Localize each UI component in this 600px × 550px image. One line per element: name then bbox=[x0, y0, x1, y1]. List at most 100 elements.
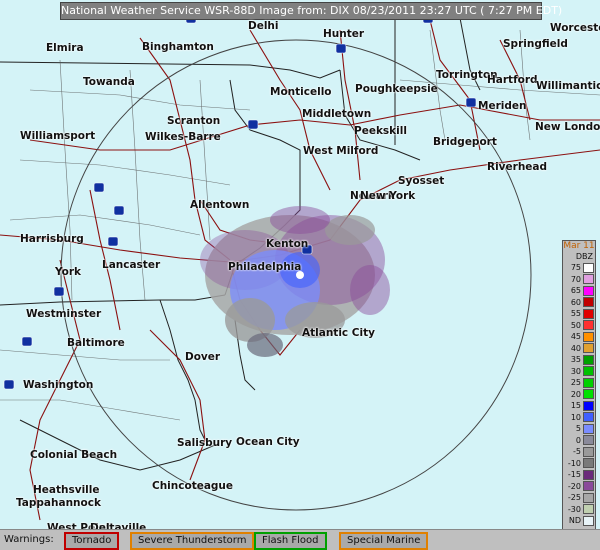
place-label: Hunter bbox=[323, 28, 365, 40]
place-label: Ocean City bbox=[236, 436, 300, 448]
place-label: Springfield bbox=[503, 38, 568, 50]
place-label: Atlantic City bbox=[302, 327, 375, 339]
place-label: Syosset bbox=[398, 175, 445, 187]
legend-row: 30 bbox=[563, 366, 595, 378]
legend-row: 65 bbox=[563, 285, 595, 297]
legend-value: 60 bbox=[570, 297, 581, 307]
legend-swatch bbox=[583, 285, 594, 296]
place-label: Wilkes-Barre bbox=[145, 131, 221, 143]
legend-row: -10 bbox=[563, 458, 595, 470]
legend-row: 25 bbox=[563, 377, 595, 389]
place-label: Allentown bbox=[190, 199, 250, 211]
legend-swatch bbox=[583, 469, 594, 480]
legend-unit: DBZ bbox=[575, 252, 593, 261]
legend-row: ND bbox=[563, 515, 595, 527]
place-label: Williamsport bbox=[20, 130, 96, 142]
legend-value: -15 bbox=[567, 470, 581, 480]
place-label: York bbox=[55, 266, 82, 278]
legend-row: 15 bbox=[563, 400, 595, 412]
legend-value: 70 bbox=[570, 274, 581, 284]
place-label: Worcester bbox=[550, 22, 600, 34]
place-label: Monticello bbox=[270, 86, 332, 98]
legend-swatch bbox=[583, 492, 594, 503]
legend-value: 55 bbox=[570, 309, 581, 319]
legend-value: -5 bbox=[573, 447, 581, 457]
legend-row: 5 bbox=[563, 423, 595, 435]
legend-value: 35 bbox=[570, 355, 581, 365]
legend-swatch bbox=[583, 297, 594, 308]
place-label: Washington bbox=[23, 379, 94, 391]
legend-value: -20 bbox=[567, 481, 581, 491]
place-label: Elmira bbox=[46, 42, 84, 54]
place-label: Dover bbox=[185, 351, 221, 363]
legend-swatch bbox=[583, 343, 594, 354]
place-label: Baltimore bbox=[67, 337, 125, 349]
legend-row: -20 bbox=[563, 481, 595, 493]
legend-swatch bbox=[583, 458, 594, 469]
place-label: Salisbury bbox=[177, 437, 233, 449]
place-label: Poughkeepsie bbox=[355, 83, 438, 95]
legend-value: 75 bbox=[570, 263, 581, 273]
legend-row: 35 bbox=[563, 354, 595, 366]
place-label: Hartford bbox=[487, 74, 538, 86]
legend-value: 15 bbox=[570, 401, 581, 411]
legend-swatch bbox=[583, 504, 594, 515]
warnings-bar: Warnings: Tornado Severe Thunderstorm Fl… bbox=[0, 529, 600, 550]
place-label: Willimantic bbox=[536, 80, 600, 92]
warnings-label: Warnings: bbox=[4, 534, 54, 545]
legend-value: 30 bbox=[570, 366, 581, 376]
legend-value: 45 bbox=[570, 332, 581, 342]
legend-swatch bbox=[583, 435, 594, 446]
legend-swatch bbox=[583, 515, 594, 526]
legend-row: -25 bbox=[563, 492, 595, 504]
legend-row: 75 bbox=[563, 262, 595, 274]
image-title: National Weather Service WSR-88D Image f… bbox=[60, 2, 562, 20]
place-label: Scranton bbox=[167, 115, 221, 127]
legend-value: -25 bbox=[567, 493, 581, 503]
legend-value: 65 bbox=[570, 286, 581, 296]
place-label: Meriden bbox=[478, 100, 527, 112]
place-label: Tappahannock bbox=[16, 497, 101, 509]
legend-row: 60 bbox=[563, 297, 595, 309]
place-label: Harrisburg bbox=[20, 233, 84, 245]
place-label: New York bbox=[360, 190, 416, 202]
place-label: Colonial Beach bbox=[30, 449, 118, 461]
warning-tornado[interactable]: Tornado bbox=[64, 532, 120, 550]
legend-value: 40 bbox=[570, 343, 581, 353]
legend-swatch bbox=[583, 389, 594, 400]
warning-flash-flood[interactable]: Flash Flood bbox=[254, 532, 327, 550]
legend-row: 70 bbox=[563, 274, 595, 286]
legend-row: 45 bbox=[563, 331, 595, 343]
place-label: Westminster bbox=[26, 308, 102, 320]
legend-row: -5 bbox=[563, 446, 595, 458]
place-label: Binghamton bbox=[142, 41, 214, 53]
place-label: Riverhead bbox=[487, 161, 548, 173]
legend-swatch bbox=[583, 274, 594, 285]
legend-swatch bbox=[583, 331, 594, 342]
legend-header: Mar 11 bbox=[563, 241, 595, 251]
warning-special-marine[interactable]: Special Marine bbox=[339, 532, 429, 550]
legend-swatch bbox=[583, 308, 594, 319]
dbz-legend: Mar 11 DBZ 75 70 65 60 55 50 45 40 35 30 25 20 15 10 5… bbox=[562, 240, 596, 545]
legend-value: 0 bbox=[575, 435, 581, 445]
place-label: Heathsville bbox=[33, 484, 100, 496]
place-label: Towanda bbox=[83, 76, 135, 88]
legend-value: -30 bbox=[567, 504, 581, 514]
legend-swatch bbox=[583, 481, 594, 492]
legend-value: 50 bbox=[570, 320, 581, 330]
place-label: Kenton bbox=[266, 238, 309, 250]
legend-row: 10 bbox=[563, 412, 595, 424]
legend-value: -10 bbox=[567, 458, 581, 468]
legend-swatch bbox=[583, 262, 594, 273]
place-label: Philadelphia bbox=[228, 261, 302, 273]
place-label: Peekskill bbox=[354, 125, 407, 137]
legend-row: -30 bbox=[563, 504, 595, 516]
place-label: West Milford bbox=[303, 145, 379, 157]
warning-severe-thunderstorm[interactable]: Severe Thunderstorm bbox=[130, 532, 255, 550]
legend-row: -15 bbox=[563, 469, 595, 481]
legend-swatch bbox=[583, 354, 594, 365]
place-label: Bridgeport bbox=[433, 136, 497, 148]
place-label: Delhi bbox=[248, 20, 279, 32]
place-label: New London bbox=[535, 121, 600, 133]
legend-row: 40 bbox=[563, 343, 595, 355]
